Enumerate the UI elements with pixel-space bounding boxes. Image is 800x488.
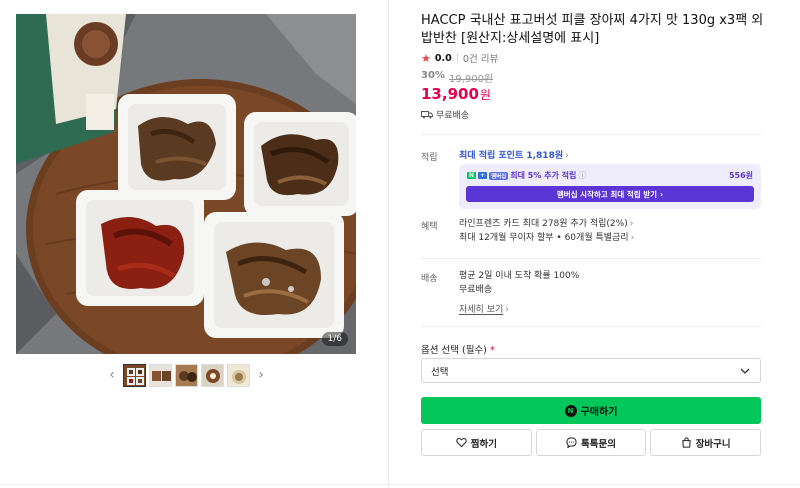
shopping-bag-icon [681,437,691,448]
delivery-fee-text: 무료배송 [459,285,493,295]
secondary-actions: 찜하기 톡톡문의 장바구니 [421,429,762,456]
free-shipping-badge: 무료배송 [421,108,469,121]
thumbnail-5[interactable] [227,363,250,387]
sale-price-unit: 원 [479,88,491,102]
promo-header: N + 멤버십 최대 5% 추가 적립 ⓘ 556원 [467,170,753,181]
info-icon[interactable]: ⓘ [578,170,586,181]
option-label: 옵션 선택 (필수) * [421,342,495,356]
benefits-row: 라인프렌즈 카드 최대 278원 추가 적립(2%) › 최대 12개월 무이자 … [459,218,634,245]
benefit-card-item[interactable]: 라인프렌즈 카드 최대 278원 추가 적립(2%) › [459,218,634,231]
thumbnail-4[interactable] [201,363,224,387]
delivery-label: 배송 [421,274,438,284]
option-select[interactable]: 선택 [421,358,761,383]
wishlist-button[interactable]: 찜하기 [421,429,532,456]
membership-promo-box: N + 멤버십 최대 5% 추가 적립 ⓘ 556원 멤버십 시작하고 최대 적… [459,164,761,209]
buy-button-label: 구매하기 [580,407,618,418]
heart-icon [455,438,467,448]
divider [421,258,761,259]
points-row: 최대 적립 포인트 1,818원 › [459,150,569,163]
bottom-divider [0,484,800,485]
option-label-text: 옵션 선택 (필수) [421,345,487,356]
promo-tag: N + 멤버십 최대 5% 추가 적립 ⓘ [467,170,586,181]
original-price: 19,900원 [448,74,494,85]
thumbnail-2[interactable] [149,363,172,387]
delivery-row: 평균 2일 이내 도착 확률 100% 무료배송 자세히 보기 › [459,270,579,317]
thumbnail-strip: ‹ › [104,363,269,387]
thumbnail-3[interactable] [175,363,198,387]
chevron-right-icon[interactable]: › [253,364,269,386]
chevron-right-icon: › [565,151,569,161]
benefit-card-text: 라인프렌즈 카드 최대 278원 추가 적립(2%) [459,219,628,229]
option-select-value: 선택 [431,366,449,378]
main-product-image[interactable]: 1/6 [16,14,356,354]
promo-amount: 556원 [728,171,753,180]
benefits-label: 혜택 [421,222,438,232]
free-shipping-text: 무료배송 [436,111,470,121]
membership-start-button[interactable]: 멤버십 시작하고 최대 적립 받기 › [466,186,754,202]
benefit-installment-text: 최대 12개월 무이자 할부 • 60개월 특별금리 [459,233,629,243]
cart-button[interactable]: 장바구니 [650,429,762,456]
product-gallery: 1/6 ‹ › [0,0,388,488]
product-title: HACCP 국내산 표고버섯 피클 장아찌 4가지 맛 130g x3팩 외 밥… [421,13,764,46]
sale-price-row: 13,900 원 [421,85,491,103]
plus-badge: + [478,172,488,179]
naver-pay-icon: N [564,404,577,417]
delivery-arrival-text: 평균 2일 이내 도착 확률 100% [459,271,580,281]
rating-row: ★ 0.0 | 0건 리뷰 [421,51,498,66]
truck-icon [421,111,433,119]
chevron-right-icon: › [629,219,634,229]
rating-separator: | [455,52,459,64]
chat-bubble-icon [566,437,577,448]
talk-inquiry-button[interactable]: 톡톡문의 [535,429,647,456]
max-points-link[interactable]: 최대 적립 포인트 1,818원 [459,151,563,161]
chevron-right-icon: › [630,233,635,243]
membership-badge: 멤버십 [489,171,509,180]
talk-inquiry-label: 톡톡문의 [581,438,616,450]
column-divider [388,0,389,488]
review-count[interactable]: 0건 리뷰 [463,51,498,65]
chevron-left-icon[interactable]: ‹ [104,364,120,386]
naver-n-badge: N [467,172,477,179]
discount-rate: 30% [421,70,445,81]
image-counter: 1/6 [321,332,348,346]
delivery-detail-text: 자세히 보기 [459,305,504,315]
chevron-down-icon [740,368,750,374]
chevron-right-icon: › [660,189,664,199]
chevron-right-icon: › [505,305,509,315]
wishlist-label: 찜하기 [470,438,497,450]
buy-button[interactable]: N 구매하기 [421,397,761,424]
promo-text: 최대 5% 추가 적립 [510,171,577,180]
membership-start-label: 멤버십 시작하고 최대 적립 받기 [556,189,658,199]
sale-price: 13,900 [421,85,479,103]
points-label: 적립 [421,153,438,163]
divider [421,134,761,135]
divider [421,326,761,327]
rating-value: 0.0 [434,52,452,64]
star-icon: ★ [421,51,431,65]
required-mark: * [489,345,495,356]
price-original-row: 30% 19,900원 [421,70,493,85]
thumbnail-1[interactable] [123,363,146,387]
benefit-installment-item[interactable]: 최대 12개월 무이자 할부 • 60개월 특별금리 › [459,232,634,245]
cart-label: 장바구니 [695,438,731,450]
delivery-detail-link[interactable]: 자세히 보기 › [459,304,579,317]
